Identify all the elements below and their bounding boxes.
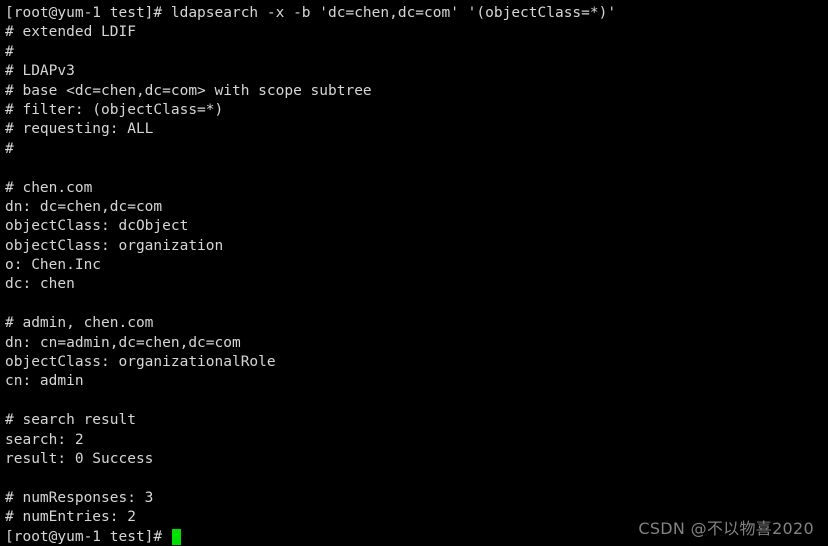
terminal-line: search: 2 [5, 431, 84, 448]
terminal-line: # base <dc=chen,dc=com> with scope subtr… [5, 82, 372, 99]
terminal-line: cn: admin [5, 373, 84, 390]
text-cursor [171, 529, 181, 546]
terminal-line: # [5, 140, 14, 157]
terminal-line: objectClass: organizationalRole [5, 354, 276, 371]
terminal-line: # LDAPv3 [5, 63, 75, 80]
terminal-line: # chen.com [5, 179, 93, 196]
terminal-line: result: 0 Success [5, 450, 154, 467]
terminal-line: objectClass: dcObject [5, 218, 189, 235]
terminal-line: # requesting: ALL [5, 121, 154, 138]
terminal-line: [root@yum-1 test]# ldapsearch -x -b 'dc=… [5, 5, 617, 21]
terminal-output: [root@yum-1 test]# ldapsearch -x -b 'dc=… [5, 4, 828, 528]
terminal-line: # search result [5, 412, 136, 429]
terminal-line: dc: chen [5, 276, 75, 293]
terminal-line: # [5, 43, 14, 60]
terminal-line: # admin, chen.com [5, 315, 154, 332]
terminal-line: # filter: (objectClass=*) [5, 101, 224, 118]
shell-prompt: [root@yum-1 test]# [5, 528, 171, 545]
terminal-window[interactable]: [root@yum-1 test]# ldapsearch -x -b 'dc=… [0, 0, 828, 546]
terminal-line: # numResponses: 3 [5, 489, 154, 506]
watermark-label: CSDN @不以物喜2020 [638, 518, 814, 538]
terminal-line: dn: dc=chen,dc=com [5, 198, 163, 215]
terminal-line: # extended LDIF [5, 24, 136, 41]
terminal-line: o: Chen.Inc [5, 257, 102, 274]
terminal-line: dn: cn=admin,dc=chen,dc=com [5, 334, 241, 351]
terminal-line: objectClass: organization [5, 237, 224, 254]
